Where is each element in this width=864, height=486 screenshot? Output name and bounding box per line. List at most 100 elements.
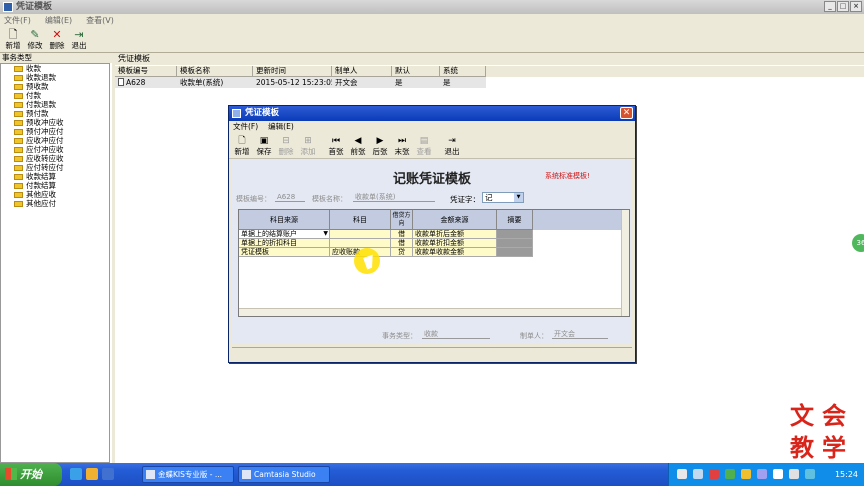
- tree-item[interactable]: 应付转应付: [1, 163, 109, 172]
- quick-launch-icon[interactable]: [70, 468, 82, 480]
- dialog-menu-edit[interactable]: 编辑(E): [268, 121, 294, 133]
- column-header-system[interactable]: 系统: [440, 66, 486, 77]
- dropdown-arrow-icon[interactable]: ▼: [323, 230, 328, 238]
- grid-cell-direction[interactable]: 借: [391, 230, 413, 239]
- grid-cell-summary[interactable]: [497, 239, 533, 248]
- table-row[interactable]: A628 收款单(系统) 2015-05-12 15:23:05 开文会 是 是: [115, 77, 486, 88]
- grid-col-direction[interactable]: 借贷方向: [391, 210, 413, 230]
- grid-row[interactable]: 单据上的结算账户 ▼ 借 收款单折后金额: [239, 230, 629, 239]
- voucher-word-select[interactable]: 记 ▼: [482, 192, 524, 203]
- tree-item[interactable]: 收款退款: [1, 73, 109, 82]
- folder-icon: [14, 74, 23, 81]
- tree-item[interactable]: 预付冲应付: [1, 127, 109, 136]
- quick-launch-icon[interactable]: [86, 468, 98, 480]
- tree-item[interactable]: 收款结算: [1, 172, 109, 181]
- tree-item[interactable]: 预收款: [1, 82, 109, 91]
- modify-button[interactable]: ✎ 修改: [24, 27, 46, 53]
- tree-item[interactable]: 其他应收: [1, 190, 109, 199]
- dialog-toolbar-button[interactable]: ⊞ 添加: [297, 133, 319, 159]
- grid-cell-account-source[interactable]: 凭证模板: [239, 248, 330, 257]
- grid-col-account-source[interactable]: 科目来源: [239, 210, 330, 230]
- grid-cell-amount-source[interactable]: 收款单收款金额: [413, 248, 497, 257]
- side-floating-button[interactable]: 36: [852, 234, 864, 252]
- grid-cell-amount-source[interactable]: 收款单折扣金额: [413, 239, 497, 248]
- tree-item[interactable]: 收款: [1, 64, 109, 73]
- tree-item[interactable]: 预收冲应收: [1, 118, 109, 127]
- grid-cell-account[interactable]: [330, 230, 391, 239]
- quick-launch-icon[interactable]: [102, 468, 114, 480]
- tray-icon[interactable]: [725, 469, 735, 479]
- grid-col-account[interactable]: 科目: [330, 210, 391, 230]
- dialog-toolbar-button[interactable]: ▣ 保存: [253, 133, 275, 159]
- tray-icon[interactable]: [677, 469, 687, 479]
- dialog-menu-file[interactable]: 文件(F): [233, 121, 258, 133]
- menu-edit[interactable]: 编辑(E): [45, 14, 72, 27]
- tree-item[interactable]: 付款: [1, 91, 109, 100]
- grid-col-amount-source[interactable]: 金额来源: [413, 210, 497, 230]
- folder-icon: [14, 164, 23, 171]
- maximize-button[interactable]: □: [837, 1, 849, 12]
- preparer-field[interactable]: 开文会: [552, 330, 608, 339]
- new-button[interactable]: 🗋 新增: [2, 27, 24, 53]
- close-button[interactable]: ×: [850, 1, 862, 12]
- tray-icon[interactable]: [773, 469, 783, 479]
- menu-file[interactable]: 文件(F): [4, 14, 31, 27]
- delete-button[interactable]: ✕ 删除: [46, 27, 68, 53]
- tray-icon[interactable]: [805, 469, 815, 479]
- tray-icon[interactable]: [789, 469, 799, 479]
- grid-vertical-scrollbar[interactable]: [621, 210, 629, 316]
- grid-row[interactable]: 凭证模板 应收账款 贷 收款单收款金额: [239, 248, 629, 257]
- dialog-toolbar-button[interactable]: 🗋 新增: [231, 133, 253, 159]
- grid-col-summary[interactable]: 摘要: [497, 210, 533, 230]
- template-no-field[interactable]: A628: [275, 193, 305, 202]
- dialog-toolbar-button[interactable]: ⊟ 删除: [275, 133, 297, 159]
- column-header-default[interactable]: 默认: [392, 66, 440, 77]
- column-header-template-name[interactable]: 模板名称: [177, 66, 253, 77]
- grid-cell-account[interactable]: [330, 239, 391, 248]
- tree-item[interactable]: 其他应付: [1, 199, 109, 208]
- tree-item[interactable]: 应付冲应收: [1, 145, 109, 154]
- tray-icon[interactable]: [709, 469, 719, 479]
- grid-cell-amount-source[interactable]: 收款单折后金额: [413, 230, 497, 239]
- camtasia-app-icon: [242, 470, 251, 479]
- tree-item[interactable]: 付款结算: [1, 181, 109, 190]
- dialog-close-button[interactable]: ✕: [620, 107, 633, 119]
- tree-header: 事务类型: [0, 53, 112, 63]
- tree-item[interactable]: 应收冲应付: [1, 136, 109, 145]
- grid-cell-direction[interactable]: 贷: [391, 248, 413, 257]
- dialog-toolbar-button[interactable]: ◀ 前张: [347, 133, 369, 159]
- grid-cell-summary[interactable]: [497, 230, 533, 239]
- tree-item-label: 付款: [26, 91, 41, 100]
- dialog-toolbar-button[interactable]: ⇥ 退出: [441, 133, 463, 159]
- dialog-toolbar-button[interactable]: ⏮ 首张: [325, 133, 347, 159]
- tray-icon[interactable]: [741, 469, 751, 479]
- column-header-update-time[interactable]: 更新时间: [253, 66, 332, 77]
- grid-cell-summary[interactable]: [497, 248, 533, 257]
- grid-row[interactable]: 单据上的折扣科目 借 收款单折扣金额: [239, 239, 629, 248]
- template-name-field[interactable]: 收款单(系统): [353, 193, 435, 202]
- tree-item[interactable]: 预付款: [1, 109, 109, 118]
- taskbar-task-kis[interactable]: 金蝶KIS专业版 - ...: [142, 466, 234, 483]
- tray-icon[interactable]: [757, 469, 767, 479]
- grid-horizontal-scrollbar[interactable]: [239, 308, 621, 316]
- dialog-toolbar-button[interactable]: ▤ 查看: [413, 133, 435, 159]
- business-type-field[interactable]: 收款: [422, 330, 490, 339]
- dialog-toolbar-button[interactable]: ⏭ 末张: [391, 133, 413, 159]
- start-button[interactable]: 开始: [0, 463, 62, 486]
- grid-cell-account-source[interactable]: 单据上的折扣科目: [239, 239, 330, 248]
- grid-cell-direction[interactable]: 借: [391, 239, 413, 248]
- exit-button[interactable]: ⇥ 退出: [68, 27, 90, 53]
- column-header-template-no[interactable]: 模板编号: [115, 66, 177, 77]
- column-header-preparer[interactable]: 制单人: [332, 66, 392, 77]
- minimize-button[interactable]: _: [824, 1, 836, 12]
- tray-icon[interactable]: [693, 469, 703, 479]
- add-row-icon: ⊞: [304, 136, 312, 146]
- dialog-toolbar-button[interactable]: ▶ 后张: [369, 133, 391, 159]
- tree-item[interactable]: 付款退款: [1, 100, 109, 109]
- menu-view[interactable]: 查看(V): [86, 14, 114, 27]
- tree-item[interactable]: 应收转应收: [1, 154, 109, 163]
- list-header-row: 模板编号 模板名称 更新时间 制单人 默认 系统: [115, 66, 864, 77]
- grid-cell-account-source[interactable]: 单据上的结算账户 ▼: [239, 230, 330, 239]
- tree-item-label: 收款: [26, 64, 41, 73]
- taskbar-task-camtasia[interactable]: Camtasia Studio: [238, 466, 330, 483]
